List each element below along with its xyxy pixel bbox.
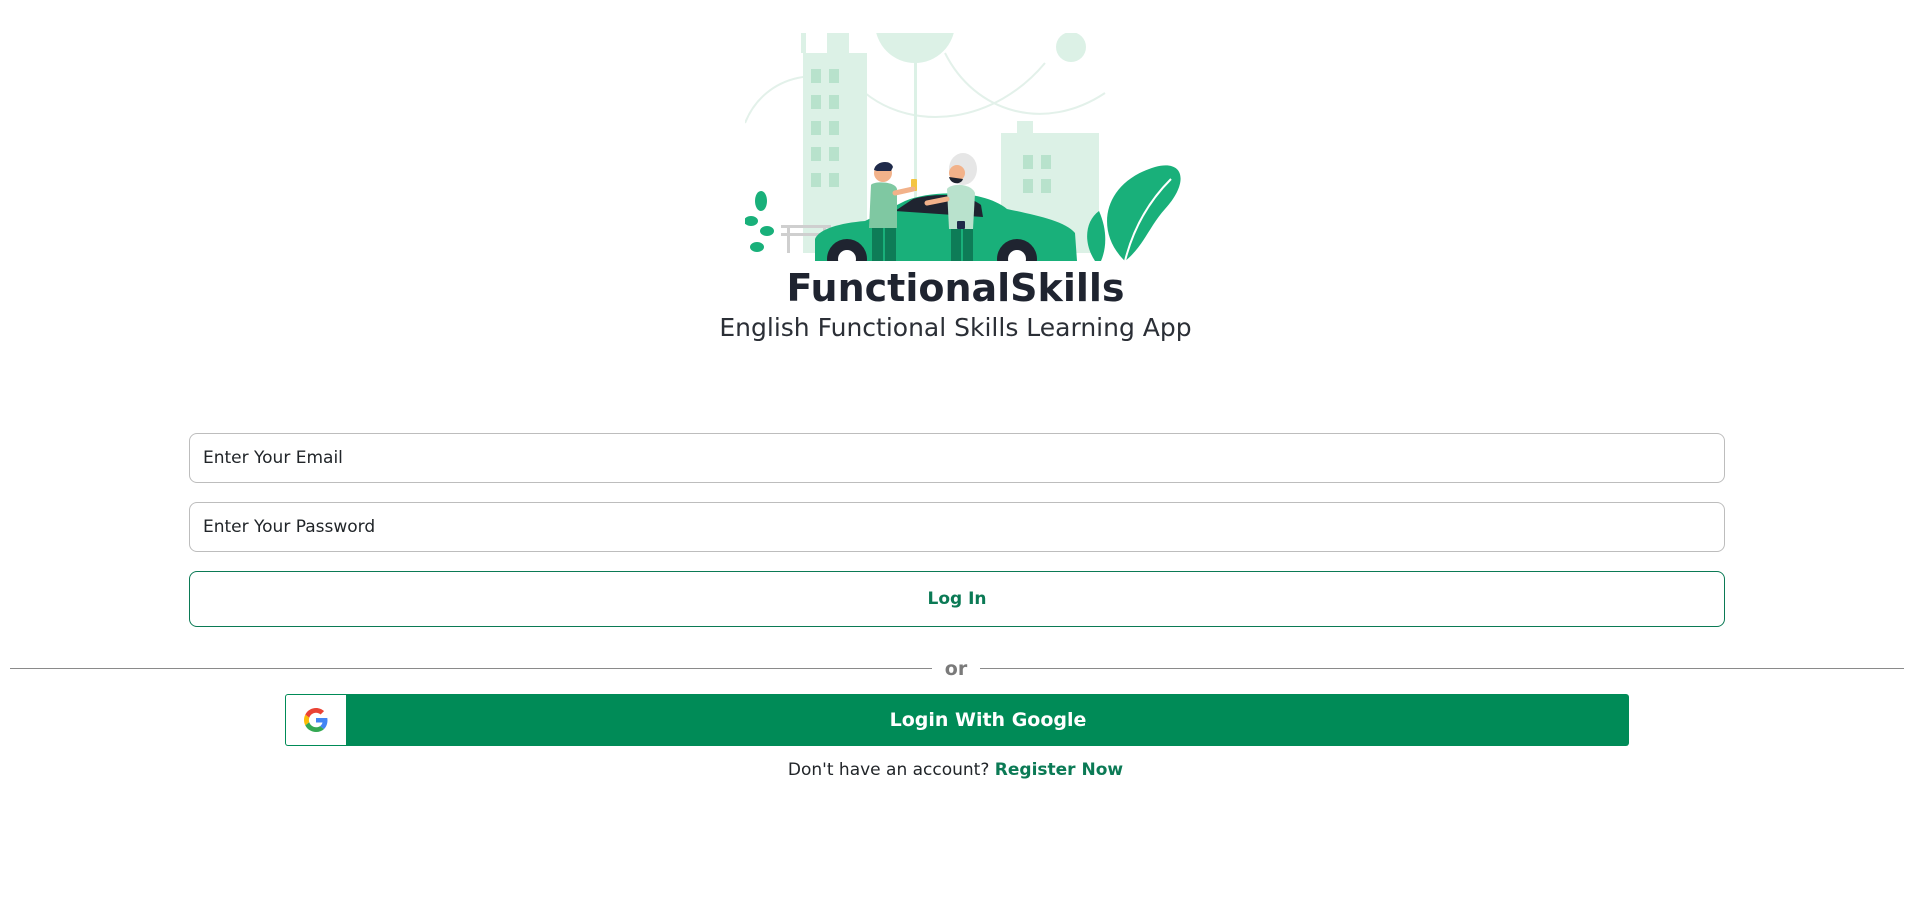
divider-line-left bbox=[10, 668, 932, 669]
or-divider: or bbox=[10, 656, 1904, 686]
password-input[interactable] bbox=[189, 502, 1725, 552]
app-subtitle: English Functional Skills Learning App bbox=[719, 313, 1192, 342]
divider-text: or bbox=[944, 658, 968, 680]
google-login-label: Login With Google bbox=[889, 709, 1087, 731]
email-input[interactable] bbox=[189, 433, 1725, 483]
divider-line-right bbox=[980, 668, 1904, 669]
register-prompt-text: Don't have an account? bbox=[787, 760, 990, 780]
google-login-button[interactable]: Login With Google bbox=[285, 694, 1629, 746]
car-handover-illustration bbox=[745, 33, 1181, 261]
app-title: FunctionalSkills bbox=[786, 266, 1125, 310]
login-button[interactable]: Log In bbox=[189, 571, 1725, 627]
google-g-icon bbox=[286, 695, 346, 745]
register-prompt-line: Don't have an account? Register Now bbox=[0, 758, 1911, 782]
register-now-link[interactable]: Register Now bbox=[995, 760, 1123, 780]
login-page: FunctionalSkills English Functional Skil… bbox=[0, 0, 1911, 902]
